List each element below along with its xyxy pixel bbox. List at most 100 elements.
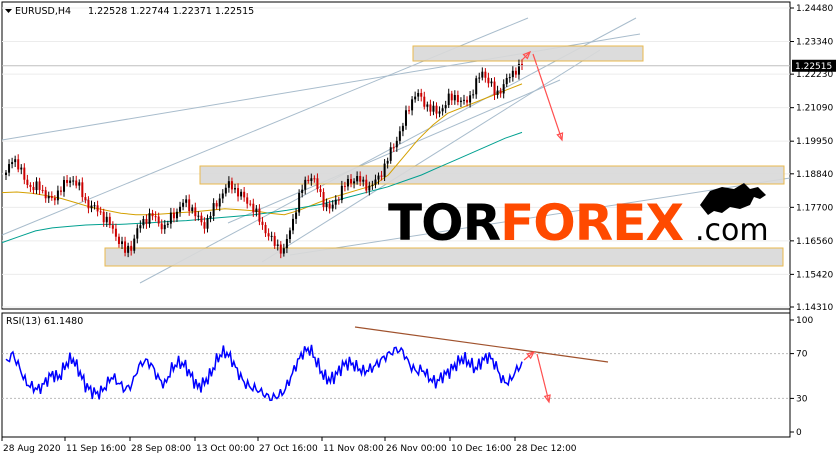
candle-body xyxy=(87,200,90,209)
time-tick-label: 11 Sep 16:00 xyxy=(66,444,126,454)
time-tick-label: 28 Dec 12:00 xyxy=(516,444,577,454)
time-axis: 28 Aug 2020 11 Sep 16:00 28 Sep 08:00 13 Oc… xyxy=(1,437,577,454)
candle-body xyxy=(169,212,172,224)
candle-body xyxy=(408,110,411,112)
candle-body xyxy=(362,179,365,182)
rsi-header: RSI(13) 61.1480 xyxy=(6,316,83,327)
candle-body xyxy=(20,167,23,170)
candle-body xyxy=(221,193,224,199)
rsi-tick-label: 30 xyxy=(796,394,808,404)
candle-body xyxy=(435,105,438,114)
candle-body xyxy=(426,104,429,107)
candle-body xyxy=(145,218,148,224)
candle-body xyxy=(23,167,26,180)
candle-body xyxy=(124,241,127,253)
candle-body xyxy=(160,223,163,230)
candle-body xyxy=(66,180,69,183)
candle-body xyxy=(441,108,444,112)
candle-body xyxy=(218,198,221,207)
candle-body xyxy=(233,188,236,190)
rsi-tick-label: 100 xyxy=(796,316,813,326)
candle-body xyxy=(56,190,59,201)
candle-body xyxy=(304,179,307,190)
candle-body xyxy=(270,235,273,237)
candle-body xyxy=(423,96,426,107)
candle-body xyxy=(368,185,371,191)
candle-body xyxy=(215,203,218,207)
candle-body xyxy=(453,95,456,101)
time-tick-label: 10 Dec 16:00 xyxy=(451,444,512,454)
candle-body xyxy=(313,178,316,180)
candle-body xyxy=(502,84,505,94)
watermark-text: TORFOREX xyxy=(388,194,683,252)
candle-body xyxy=(420,92,423,97)
candle-body xyxy=(191,207,194,211)
time-tick-label: 28 Aug 2020 xyxy=(3,444,61,454)
candle-body xyxy=(432,105,435,112)
candle-body xyxy=(301,189,304,194)
candle-body xyxy=(508,77,511,79)
candle-body xyxy=(148,213,151,224)
candle-body xyxy=(316,178,319,190)
time-tick-label: 27 Oct 16:00 xyxy=(259,444,318,454)
candle-body xyxy=(459,100,462,103)
candle-body xyxy=(166,223,169,225)
candle-body xyxy=(105,216,108,223)
candle-body xyxy=(481,71,484,78)
candle-body xyxy=(53,197,56,201)
candle-body xyxy=(194,207,197,217)
candle-body xyxy=(38,181,41,190)
candle-body xyxy=(212,203,215,217)
candle-body xyxy=(151,213,154,217)
candle-body xyxy=(35,181,38,191)
candle-body xyxy=(111,225,114,229)
candle-body xyxy=(200,215,203,223)
candle-body xyxy=(343,185,346,187)
candle-body xyxy=(264,224,267,234)
rsi-tick-label: 0 xyxy=(796,428,802,438)
candle-body xyxy=(93,205,96,207)
candle-body xyxy=(261,221,264,225)
candle-body xyxy=(14,159,17,163)
price-tick-label: 1.24480 xyxy=(796,4,833,14)
candle-body xyxy=(17,159,20,170)
candle-body xyxy=(496,90,499,96)
rsi-axis: 100 70 30 0 xyxy=(790,316,813,438)
candle-body xyxy=(188,199,191,211)
candle-body xyxy=(273,235,276,246)
candle-body xyxy=(154,216,157,218)
candle-body xyxy=(29,184,32,187)
candle-body xyxy=(334,199,337,205)
candle-body xyxy=(340,185,343,201)
candle-body xyxy=(337,199,340,201)
candle-body xyxy=(389,147,392,161)
candle-body xyxy=(414,96,417,100)
candle-body xyxy=(136,228,139,239)
candle-body xyxy=(81,182,84,198)
price-tick-label: 1.19950 xyxy=(796,137,833,147)
candle-body xyxy=(374,179,377,185)
candle-body xyxy=(411,99,414,111)
candle-body xyxy=(447,93,450,106)
time-tick-label: 11 Nov 08:00 xyxy=(323,444,384,454)
candle-body xyxy=(487,77,490,84)
candle-body xyxy=(469,95,472,103)
candle-body xyxy=(130,245,133,251)
price-tick-label: 1.23340 xyxy=(796,38,833,48)
candle-body xyxy=(359,176,362,182)
candle-body xyxy=(157,216,160,224)
candle-body xyxy=(371,184,374,186)
price-tick-label: 1.18840 xyxy=(796,170,833,180)
watermark-part1: TOR xyxy=(388,194,501,252)
candle-body xyxy=(11,162,14,165)
candle-body xyxy=(429,104,432,112)
candle-body xyxy=(117,236,120,244)
candle-body xyxy=(44,190,47,199)
candle-body xyxy=(258,208,261,222)
candle-body xyxy=(298,193,301,213)
candle-body xyxy=(121,241,124,244)
price-tick-label: 1.21090 xyxy=(796,104,833,114)
candle-body xyxy=(267,233,270,237)
candle-body xyxy=(175,211,178,219)
candle-body xyxy=(246,197,249,204)
